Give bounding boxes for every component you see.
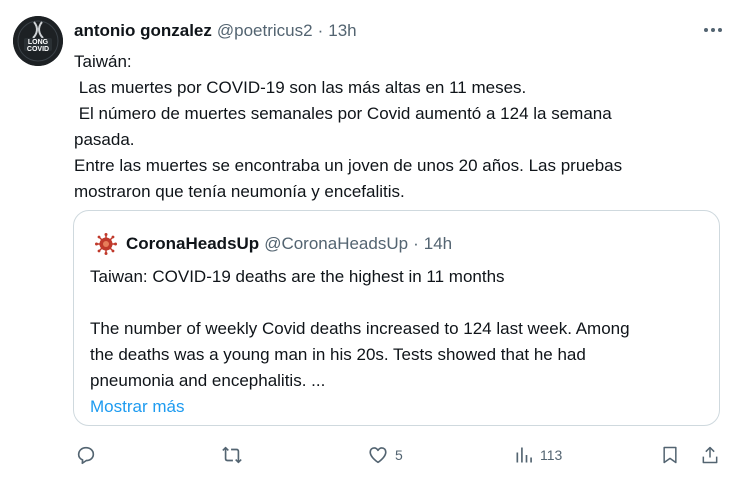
share-button[interactable] <box>700 440 720 470</box>
author-handle[interactable]: @poetricus2 <box>217 21 313 41</box>
view-count: 113 <box>540 447 563 463</box>
repost-button[interactable] <box>220 440 244 470</box>
tweet-header: antonio gonzalez @poetricus2 · 13h <box>74 20 357 42</box>
avatar-text-bottom: COVID <box>27 46 49 53</box>
bookmark-icon <box>663 446 677 464</box>
bookmark-button[interactable] <box>660 440 680 470</box>
share-icon <box>702 446 718 464</box>
quoted-line: pneumonia and encephalitis. ... <box>90 371 326 390</box>
quoted-line: the deaths was a young man in his 20s. T… <box>90 345 586 364</box>
author-name[interactable]: antonio gonzalez <box>74 21 212 41</box>
reply-button[interactable] <box>75 440 97 470</box>
quoted-blank-line <box>90 290 710 316</box>
avatar-text-top: LONG <box>28 39 49 46</box>
views-button[interactable]: 113 <box>514 440 562 470</box>
tweet-time[interactable]: 13h <box>328 21 356 41</box>
reply-icon <box>77 446 95 465</box>
action-bar: 5 113 <box>0 440 744 470</box>
quoted-tweet-header: CoronaHeadsUp @CoronaHeadsUp · 14h <box>94 232 452 256</box>
quoted-author-handle[interactable]: @CoronaHeadsUp <box>264 234 408 254</box>
virus-icon[interactable] <box>94 232 118 256</box>
tweet-line: pasada. <box>74 130 135 149</box>
quoted-line: The number of weekly Covid deaths increa… <box>90 319 630 338</box>
like-count: 5 <box>395 447 403 463</box>
show-more-link[interactable]: Mostrar más <box>90 394 710 420</box>
tweet-line: mostraron que tenía neumonía y encefalit… <box>74 182 405 201</box>
quoted-tweet[interactable]: CoronaHeadsUp @CoronaHeadsUp · 14h Taiwa… <box>73 210 720 426</box>
tweet-line: Taiwán: <box>74 52 132 71</box>
quoted-tweet-time[interactable]: 14h <box>424 234 452 254</box>
heart-icon <box>369 447 387 464</box>
repost-icon <box>222 446 242 464</box>
quoted-tweet-text: Taiwan: COVID-19 deaths are the highest … <box>90 264 710 420</box>
author-avatar[interactable]: LONG COVID <box>13 16 63 66</box>
analytics-icon <box>516 447 532 463</box>
tweet-text: Taiwán: Las muertes por COVID-19 son las… <box>74 49 734 205</box>
more-options-icon[interactable] <box>702 22 724 38</box>
tweet-line: El número de muertes semanales por Covid… <box>74 104 612 123</box>
like-button[interactable]: 5 <box>367 440 403 470</box>
quoted-header-separator: · <box>413 234 419 253</box>
tweet-line: Entre las muertes se encontraba un joven… <box>74 156 623 175</box>
quoted-line: Taiwan: COVID-19 deaths are the highest … <box>90 267 505 286</box>
tweet-line: Las muertes por COVID-19 son las más alt… <box>74 78 527 97</box>
header-separator: · <box>317 21 324 40</box>
quoted-author-name[interactable]: CoronaHeadsUp <box>126 234 259 254</box>
